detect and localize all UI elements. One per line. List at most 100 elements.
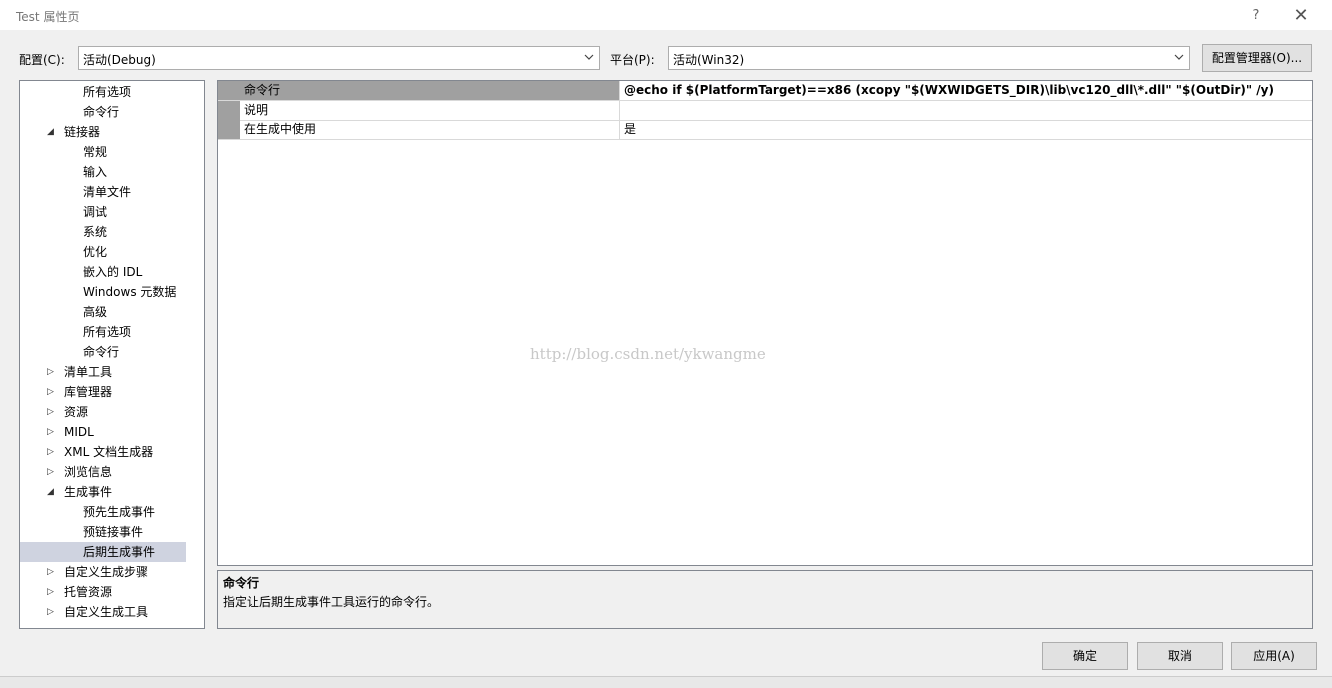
row-gutter: [218, 81, 240, 100]
tree-item-label: 链接器: [64, 125, 101, 139]
property-value[interactable]: [620, 101, 1312, 120]
tree-item-label: 输入: [83, 165, 108, 179]
tree-item-label: 嵌入的 IDL: [83, 265, 143, 279]
tree-item[interactable]: ▷ 自定义生成工具: [20, 602, 186, 622]
platform-combo[interactable]: 活动(Win32): [668, 46, 1190, 70]
window-title: Test 属性页: [16, 10, 80, 24]
description-text: 指定让后期生成事件工具运行的命令行。: [223, 595, 440, 609]
tree-item-label: 自定义生成步骤: [64, 565, 149, 579]
expanded-arrow-icon[interactable]: ◢: [47, 487, 57, 497]
tree-item[interactable]: ▷ 库管理器: [20, 382, 186, 402]
tree-item-label: 清单工具: [64, 365, 113, 379]
property-grid: 命令行 @echo if $(PlatformTarget)==x86 (xco…: [217, 80, 1313, 566]
tree-item-label: 库管理器: [64, 385, 113, 399]
property-name: 说明: [240, 101, 620, 120]
tree-item[interactable]: 优化: [20, 242, 186, 262]
tree-item-label: 命令行: [83, 345, 120, 359]
tree-item-label: 生成事件: [64, 485, 113, 499]
tree-item-label: 托管资源: [64, 585, 113, 599]
collapsed-arrow-icon[interactable]: ▷: [47, 367, 57, 377]
grid-row-use-in-build[interactable]: 在生成中使用 是: [218, 120, 1312, 140]
property-name: 命令行: [240, 81, 620, 100]
tree-item-label: 高级: [83, 305, 108, 319]
expanded-arrow-icon[interactable]: ◢: [47, 127, 57, 137]
collapsed-arrow-icon[interactable]: ▷: [47, 427, 57, 437]
platform-label: 平台(P):: [610, 53, 655, 67]
tree-item[interactable]: 嵌入的 IDL: [20, 262, 186, 282]
tree-item[interactable]: 预链接事件: [20, 522, 186, 542]
collapsed-arrow-icon[interactable]: ▷: [47, 567, 57, 577]
tree-item[interactable]: 命令行: [20, 342, 186, 362]
tree-item[interactable]: ◢ 链接器: [20, 122, 186, 142]
tree-item[interactable]: ▷ 自定义生成步骤: [20, 562, 186, 582]
tree-item-label: 调试: [83, 205, 108, 219]
tree-item-label: 资源: [64, 405, 89, 419]
tree-item[interactable]: 后期生成事件: [20, 542, 186, 562]
tree-item-label: 常规: [83, 145, 108, 159]
tree-item[interactable]: ▷ 托管资源: [20, 582, 186, 602]
tree-item[interactable]: 高级: [20, 302, 186, 322]
tree-item[interactable]: 清单文件: [20, 182, 186, 202]
tree-item[interactable]: ▷ 清单工具: [20, 362, 186, 382]
description-title: 命令行: [223, 576, 260, 590]
tree-item-label: 所有选项: [83, 85, 132, 99]
tree-item-label: 命令行: [83, 105, 120, 119]
help-button[interactable]: ?: [1246, 6, 1266, 26]
tree-item[interactable]: 调试: [20, 202, 186, 222]
grid-row-description[interactable]: 说明: [218, 101, 1312, 121]
tree-item[interactable]: ▷ 资源: [20, 402, 186, 422]
grid-row-command-line[interactable]: 命令行 @echo if $(PlatformTarget)==x86 (xco…: [218, 81, 1312, 101]
tree-item-label: MIDL: [64, 425, 94, 439]
collapsed-arrow-icon[interactable]: ▷: [47, 447, 57, 457]
tree-item[interactable]: Windows 元数据: [20, 282, 186, 302]
tree-item-label: 优化: [83, 245, 108, 259]
property-tree[interactable]: 所有选项 命令行 ◢ 链接器 常规 输入 清单文件 调试 系统 优化 嵌入的 IDL Windows …: [19, 80, 205, 629]
tree-item-label: 清单文件: [83, 185, 132, 199]
tree-item-label: 自定义生成工具: [64, 605, 149, 619]
tree-item[interactable]: ◢ 生成事件: [20, 482, 186, 502]
tree-item[interactable]: 所有选项: [20, 322, 186, 342]
tree-item[interactable]: ▷ MIDL: [20, 422, 186, 442]
watermark-text: http://blog.csdn.net/ykwangme: [530, 345, 766, 363]
tree-item-label: 系统: [83, 225, 108, 239]
property-value[interactable]: @echo if $(PlatformTarget)==x86 (xcopy "…: [620, 81, 1312, 100]
row-gutter: [218, 101, 240, 120]
apply-button[interactable]: 应用(A): [1231, 642, 1317, 670]
ok-button[interactable]: 确定: [1042, 642, 1128, 670]
collapsed-arrow-icon[interactable]: ▷: [47, 407, 57, 417]
tree-item[interactable]: ▷ 浏览信息: [20, 462, 186, 482]
property-name: 在生成中使用: [240, 120, 620, 139]
config-manager-button[interactable]: 配置管理器(O)...: [1202, 44, 1312, 72]
close-button[interactable]: ✕: [1290, 5, 1312, 27]
tree-item[interactable]: 常规: [20, 142, 186, 162]
collapsed-arrow-icon[interactable]: ▷: [47, 467, 57, 477]
config-value: 活动(Debug): [83, 53, 156, 67]
tree-item[interactable]: 预先生成事件: [20, 502, 186, 522]
collapsed-arrow-icon[interactable]: ▷: [47, 587, 57, 597]
tree-item[interactable]: 所有选项: [20, 82, 186, 102]
tree-item[interactable]: 输入: [20, 162, 186, 182]
platform-value: 活动(Win32): [673, 53, 745, 67]
background-ide-strip: [0, 676, 1332, 688]
tree-item[interactable]: 系统: [20, 222, 186, 242]
config-combo[interactable]: 活动(Debug): [78, 46, 600, 70]
tree-item-label: 浏览信息: [64, 465, 113, 479]
description-pane: 命令行 指定让后期生成事件工具运行的命令行。: [217, 570, 1313, 629]
tree-item[interactable]: ▷ XML 文档生成器: [20, 442, 186, 462]
collapsed-arrow-icon[interactable]: ▷: [47, 387, 57, 397]
property-value[interactable]: 是: [620, 120, 1312, 139]
tree-item-label: XML 文档生成器: [64, 445, 154, 459]
collapsed-arrow-icon[interactable]: ▷: [47, 607, 57, 617]
tree-item[interactable]: 命令行: [20, 102, 186, 122]
chevron-down-icon: [1174, 54, 1184, 60]
tree-item-label: 预先生成事件: [83, 505, 156, 519]
tree-item-label: Windows 元数据: [83, 285, 177, 299]
cancel-button[interactable]: 取消: [1137, 642, 1223, 670]
tree-item-label: 预链接事件: [83, 525, 144, 539]
row-gutter: [218, 120, 240, 139]
tree-item-label: 所有选项: [83, 325, 132, 339]
title-bar: [0, 0, 1332, 30]
tree-item-label: 后期生成事件: [83, 545, 156, 559]
chevron-down-icon: [584, 54, 594, 60]
config-label: 配置(C):: [19, 53, 65, 67]
